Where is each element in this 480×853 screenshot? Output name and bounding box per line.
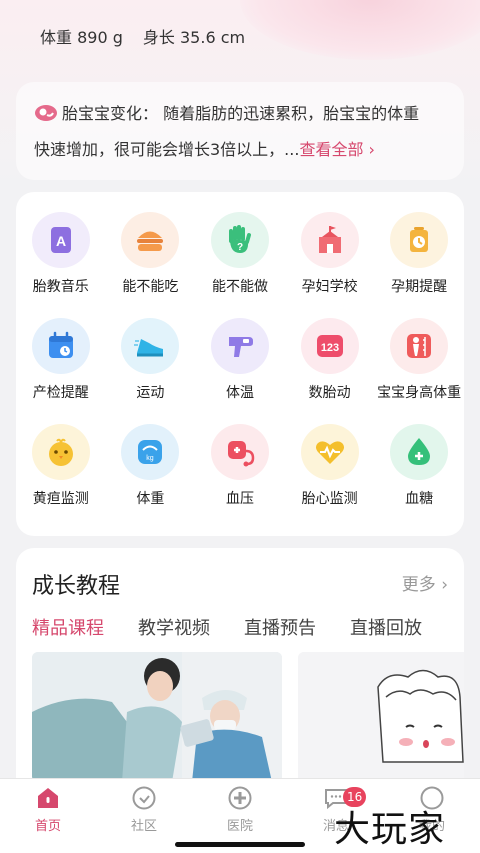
tab-home[interactable]: 首页	[13, 785, 83, 834]
tools-grid: A 胎教音乐 能不能吃 ? 能不能做 孕妇学校 孕期提醒 产检提醒 运动 体温 …	[16, 212, 464, 508]
tool-label: 体重	[136, 491, 165, 507]
tool-label: 黄疸监测	[32, 491, 89, 507]
height-chart-icon	[390, 318, 449, 374]
counter-123-icon: 123	[300, 318, 359, 374]
view-all-link[interactable]: 查看全部 ›	[299, 140, 375, 159]
calendar-icon	[31, 318, 90, 374]
hospital-icon	[228, 786, 252, 810]
svg-text:kg: kg	[147, 455, 155, 462]
length-label: 身长	[142, 28, 175, 47]
tool-blood-pressure[interactable]: 血压	[195, 424, 285, 508]
alarm-clock-icon	[390, 212, 449, 268]
growth-course-card: 成长教程 更多 › 精品课程 教学视频 直播预告 直播回放	[16, 548, 464, 778]
tool-exercise[interactable]: 运动	[106, 318, 196, 402]
tool-label: 数胎动	[308, 385, 351, 401]
tool-label: 体温	[225, 385, 254, 401]
tool-fetal-movement[interactable]: 123 数胎动	[285, 318, 375, 402]
tool-temperature[interactable]: 体温	[195, 318, 285, 402]
weight-stat: 体重 890 g	[40, 24, 123, 48]
tool-label: 宝宝身高体重	[377, 385, 462, 401]
tool-baby-height-weight[interactable]: 宝宝身高体重	[374, 318, 464, 402]
scale-icon: kg	[121, 424, 180, 480]
tool-prenatal-music[interactable]: A 胎教音乐	[16, 212, 106, 296]
heartbeat-icon	[300, 424, 359, 480]
growth-stats: 体重 890 g 身长 35.6 cm	[40, 24, 245, 48]
tab-label: 首页	[34, 819, 61, 834]
weight-value: 890 g	[77, 28, 123, 47]
sneaker-icon	[121, 318, 180, 374]
hand-question-icon: ?	[210, 212, 269, 268]
home-indicator	[175, 842, 305, 847]
tool-can-do[interactable]: ? 能不能做	[195, 212, 285, 296]
fetus-icon	[35, 105, 57, 121]
svg-text:?: ?	[237, 242, 243, 253]
watermark: 大玩家	[334, 809, 446, 850]
tool-label: 血糖	[405, 491, 434, 507]
community-icon	[132, 786, 156, 810]
tool-label: 胎教音乐	[32, 279, 89, 295]
tab-live-replay[interactable]: 直播回放	[350, 614, 422, 640]
tool-label: 胎心监测	[301, 491, 358, 507]
tool-label: 产检提醒	[32, 385, 89, 401]
baby-change-text: 胎宝宝变化： 随着脂肪的迅速累积，胎宝宝的体重	[62, 104, 420, 123]
school-icon	[300, 212, 359, 268]
tool-weight[interactable]: kg 体重	[106, 424, 196, 508]
music-icon: A	[31, 212, 90, 268]
svg-text:123: 123	[320, 342, 338, 354]
tool-label: 能不能做	[211, 279, 268, 295]
tool-checkup-reminder[interactable]: 产检提醒	[16, 318, 106, 402]
tool-label: 血压	[225, 491, 254, 507]
tool-label: 孕妇学校	[301, 279, 358, 295]
tool-label: 运动	[136, 385, 165, 401]
course-tabs: 精品课程 教学视频 直播预告 直播回放	[32, 614, 422, 640]
course-thumbnail-2[interactable]	[298, 652, 464, 778]
tab-teaching-videos[interactable]: 教学视频	[138, 614, 210, 640]
home-icon	[38, 788, 58, 808]
weight-label: 体重	[40, 28, 73, 47]
thermometer-icon	[210, 318, 269, 374]
tools-card: A 胎教音乐 能不能吃 ? 能不能做 孕妇学校 孕期提醒 产检提醒 运动 体温 …	[16, 192, 464, 536]
tool-pregnancy-school[interactable]: 孕妇学校	[285, 212, 375, 296]
chick-icon	[31, 424, 90, 480]
hero-decoration	[240, 0, 480, 60]
tool-label: 孕期提醒	[391, 279, 448, 295]
tab-community[interactable]: 社区	[109, 785, 179, 834]
tool-jaundice[interactable]: 黄疸监测	[16, 424, 106, 508]
baby-change-text-2: 快速增加，很可能会增长3倍以上，...	[34, 140, 300, 159]
baby-change-card[interactable]: 胎宝宝变化： 随着脂肪的迅速累积，胎宝宝的体重 快速增加，很可能会增长3倍以上，…	[16, 82, 464, 180]
svg-text:A: A	[56, 233, 66, 249]
blood-drop-icon	[390, 424, 449, 480]
length-stat: 身长 35.6 cm	[143, 24, 245, 48]
stethoscope-icon	[210, 424, 269, 480]
tool-fetal-heart[interactable]: 胎心监测	[285, 424, 375, 508]
tab-label: 医院	[226, 819, 253, 834]
tool-can-eat[interactable]: 能不能吃	[106, 212, 196, 296]
baby-change-line1: 胎宝宝变化： 随着脂肪的迅速累积，胎宝宝的体重	[34, 96, 448, 132]
tab-premium-courses[interactable]: 精品课程	[32, 614, 104, 640]
burger-icon	[121, 212, 180, 268]
tab-label: 社区	[130, 819, 157, 834]
tool-blood-sugar[interactable]: 血糖	[374, 424, 464, 508]
tab-live-preview[interactable]: 直播预告	[244, 614, 316, 640]
more-link[interactable]: 更多 ›	[402, 570, 448, 595]
tool-label: 能不能吃	[122, 279, 179, 295]
tab-hospital[interactable]: 医院	[205, 785, 275, 834]
course-thumbnail[interactable]	[32, 652, 282, 778]
section-title: 成长教程	[32, 574, 121, 599]
length-value: 35.6 cm	[180, 28, 246, 47]
baby-change-line2: 快速增加，很可能会增长3倍以上，...查看全部 ›	[34, 132, 448, 168]
tool-pregnancy-reminder[interactable]: 孕期提醒	[374, 212, 464, 296]
